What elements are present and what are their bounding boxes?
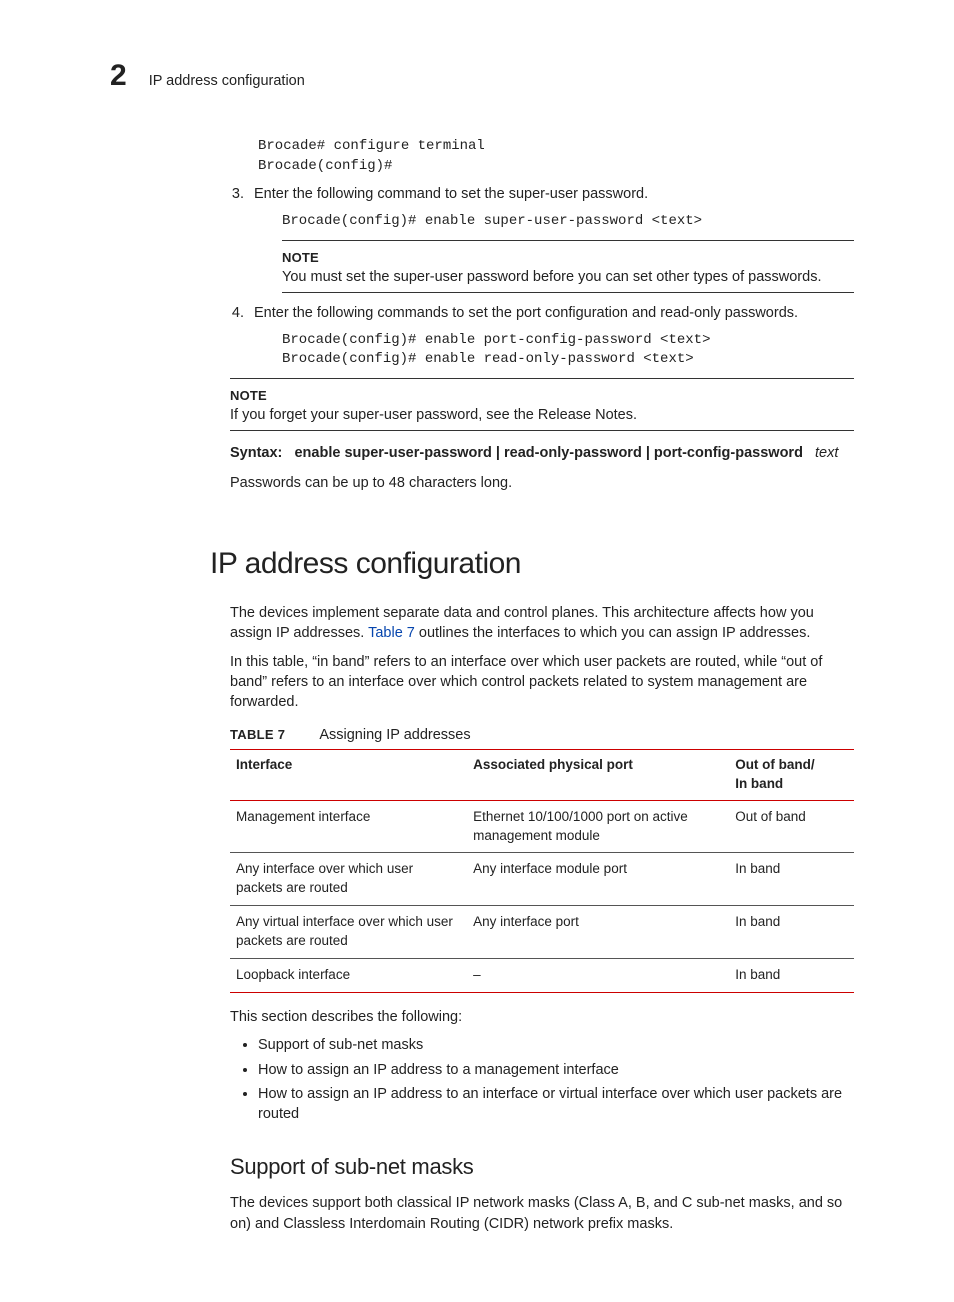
list-item: How to assign an IP address to a managem… [258,1060,854,1080]
subsection-heading: Support of sub-net masks [230,1152,854,1183]
list-item: How to assign an IP address to an interf… [258,1084,854,1125]
table-cell: In band [729,853,854,906]
table-cell: Ethernet 10/100/1000 port on active mana… [467,800,729,853]
list-item: Support of sub-net masks [258,1035,854,1055]
page: 2 IP address configuration Brocade# conf… [0,0,954,1302]
table-cell: – [467,959,729,993]
table-cell: Out of band [729,800,854,853]
table-row: Management interface Ethernet 10/100/100… [230,800,854,853]
syntax-line: Syntax: enable super-user-password | rea… [230,443,854,463]
note-body: If you forget your super-user password, … [230,405,854,425]
paragraph: The devices support both classical IP ne… [230,1193,854,1234]
table-crossref-link[interactable]: Table 7 [368,625,415,641]
table-title: TABLE 7 Assigning IP addresses [230,725,854,745]
note-body: You must set the super-user password bef… [282,267,854,287]
step-text: Enter the following command to set the s… [254,186,648,202]
syntax-command: enable super-user-password | read-only-p… [294,445,802,461]
paragraph: The devices implement separate data and … [230,603,854,644]
code-block: Brocade(config)# enable port-config-pass… [282,331,854,370]
step-text: Enter the following commands to set the … [254,305,798,321]
note-label: NOTE [282,249,854,267]
table-cell: Management interface [230,800,467,853]
syntax-label: Syntax: [230,445,282,461]
step-4: Enter the following commands to set the … [248,303,854,370]
table-header-cell: Out of band/ In band [729,749,854,800]
procedure-steps: Enter the following command to set the s… [230,184,854,370]
table-header-row: Interface Associated physical port Out o… [230,749,854,800]
step-3: Enter the following command to set the s… [248,184,854,292]
paragraph: This section describes the following: [230,1007,854,1027]
table-cell: In band [729,906,854,959]
table-row: Loopback interface – In band [230,959,854,993]
table-cell: Any interface module port [467,853,729,906]
chapter-number: 2 [110,55,127,97]
running-title: IP address configuration [149,71,305,91]
table-cell: Any interface over which user packets ar… [230,853,467,906]
syntax-arg: text [815,445,838,461]
paragraph: Passwords can be up to 48 characters lon… [230,473,854,493]
paragraph: In this table, “in band” refers to an in… [230,652,854,713]
bullet-list: Support of sub-net masks How to assign a… [230,1035,854,1124]
table-header-cell: Associated physical port [467,749,729,800]
table-header-cell: Interface [230,749,467,800]
table-caption: Assigning IP addresses [319,727,470,743]
table-cell: Loopback interface [230,959,467,993]
table-cell: Any virtual interface over which user pa… [230,906,467,959]
table-cell: In band [729,959,854,993]
table-label: TABLE 7 [230,727,285,742]
body-column: Brocade# configure terminal Brocade(conf… [230,137,854,1234]
text-run: outlines the interfaces to which you can… [415,625,811,641]
note-label: NOTE [230,387,854,405]
code-block: Brocade(config)# enable super-user-passw… [282,212,854,232]
section-heading: IP address configuration [210,543,854,585]
running-header: 2 IP address configuration [110,55,854,97]
table-assigning-ip: Interface Associated physical port Out o… [230,749,854,993]
note-block: NOTE You must set the super-user passwor… [282,240,854,292]
table-cell: Any interface port [467,906,729,959]
table-row: Any virtual interface over which user pa… [230,906,854,959]
table-row: Any interface over which user packets ar… [230,853,854,906]
note-block: NOTE If you forget your super-user passw… [230,378,854,430]
code-block: Brocade# configure terminal Brocade(conf… [258,137,854,176]
